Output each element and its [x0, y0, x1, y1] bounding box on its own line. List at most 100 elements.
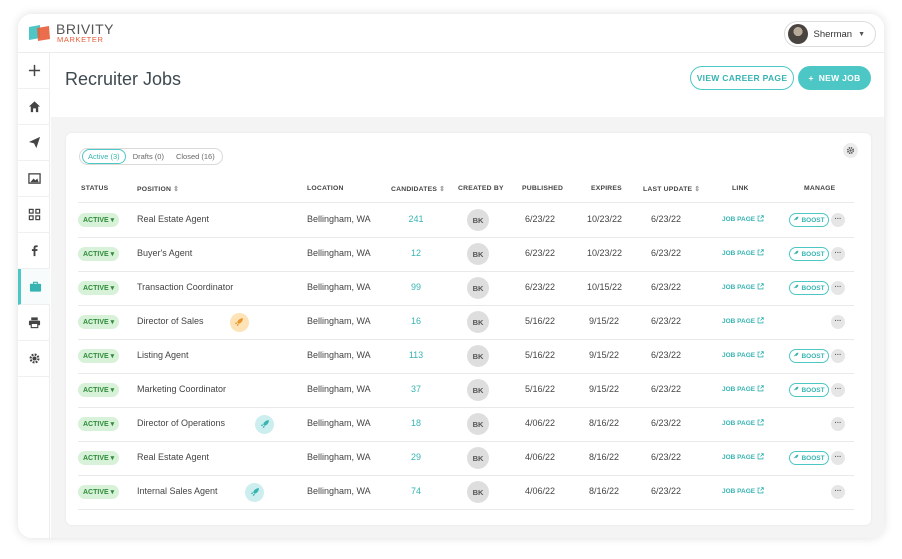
filter-closed[interactable]: Closed (16)	[171, 150, 220, 163]
user-menu[interactable]: Sherman ▼	[783, 21, 876, 47]
expires-date: 8/16/22	[589, 452, 620, 462]
status-badge[interactable]: ACTIVE ▾	[78, 383, 120, 397]
boost-button[interactable]: BOOST	[789, 383, 829, 397]
job-position[interactable]: Real Estate Agent	[137, 214, 209, 224]
boosted-rocket-icon	[255, 414, 275, 434]
status-badge[interactable]: ACTIVE ▾	[78, 247, 120, 261]
col-expires: EXPIRES	[591, 185, 622, 192]
published-date: 6/23/22	[525, 214, 556, 224]
more-options-button[interactable]: ···	[831, 213, 845, 227]
sidebar-item-settings[interactable]	[18, 341, 50, 377]
job-page-label: JOB PAGE	[722, 352, 756, 359]
published-date: 6/23/22	[525, 248, 556, 258]
status-badge[interactable]: ACTIVE ▾	[78, 485, 120, 499]
status-badge[interactable]: ACTIVE ▾	[78, 281, 120, 295]
job-page-link[interactable]: JOB PAGE	[722, 317, 764, 326]
more-options-button[interactable]: ···	[831, 485, 845, 499]
more-options-button[interactable]: ···	[831, 315, 845, 329]
filter-active[interactable]: Active (3)	[82, 149, 126, 164]
job-position[interactable]: Real Estate Agent	[137, 452, 209, 462]
row-divider	[78, 475, 854, 476]
candidates-count[interactable]: 29	[406, 452, 426, 462]
job-page-link[interactable]: JOB PAGE	[722, 453, 764, 462]
last-update-date: 6/23/22	[651, 452, 682, 462]
more-options-button[interactable]: ···	[831, 247, 845, 261]
job-position[interactable]: Buyer's Agent	[137, 248, 192, 258]
sidebar-item-create[interactable]	[18, 53, 50, 89]
chevron-down-icon: ▼	[858, 30, 865, 38]
chevron-down-icon: ▾	[110, 421, 115, 428]
candidates-count[interactable]: 99	[406, 282, 426, 292]
job-page-link[interactable]: JOB PAGE	[722, 249, 764, 258]
published-date: 5/16/22	[525, 384, 556, 394]
more-options-button[interactable]: ···	[831, 417, 845, 431]
boost-button[interactable]: BOOST	[789, 281, 829, 295]
chevron-down-icon: ▾	[110, 455, 115, 462]
job-location: Bellingham, WA	[307, 282, 371, 292]
status-badge[interactable]: ACTIVE ▾	[78, 451, 120, 465]
sidebar-item-print[interactable]	[18, 305, 50, 341]
sidebar-item-campaigns[interactable]	[18, 125, 50, 161]
col-candidates: CANDIDATES	[391, 186, 438, 193]
new-job-button[interactable]: + NEW JOB	[798, 66, 871, 90]
job-position[interactable]: Director of Sales	[137, 316, 204, 326]
more-options-button[interactable]: ···	[831, 281, 845, 295]
brand-logo[interactable]: BRIVITY MARKETER	[26, 20, 126, 46]
main-content: Recruiter Jobs VIEW CAREER PAGE + NEW JO…	[51, 53, 884, 538]
candidates-count[interactable]: 18	[406, 418, 426, 428]
status-badge[interactable]: ACTIVE ▾	[78, 417, 120, 431]
status-label: ACTIVE	[83, 352, 109, 360]
creator-avatar: BK	[467, 413, 489, 435]
boost-button[interactable]: BOOST	[789, 213, 829, 227]
status-label: ACTIVE	[83, 454, 109, 462]
col-position-header[interactable]: POSITION ⇕	[137, 185, 179, 193]
job-page-link[interactable]: JOB PAGE	[722, 283, 764, 292]
view-career-page-button[interactable]: VIEW CAREER PAGE	[690, 66, 794, 90]
job-page-link[interactable]: JOB PAGE	[722, 419, 764, 428]
job-page-link[interactable]: JOB PAGE	[722, 385, 764, 394]
more-options-button[interactable]: ···	[831, 383, 845, 397]
status-label: ACTIVE	[83, 284, 109, 292]
candidates-count[interactable]: 37	[406, 384, 426, 394]
job-page-link[interactable]: JOB PAGE	[722, 351, 764, 360]
job-position[interactable]: Internal Sales Agent	[137, 486, 218, 496]
external-link-icon	[757, 419, 764, 428]
candidates-count[interactable]: 12	[406, 248, 426, 258]
sidebar-item-templates[interactable]	[18, 197, 50, 233]
more-options-button[interactable]: ···	[831, 451, 845, 465]
status-badge[interactable]: ACTIVE ▾	[78, 213, 120, 227]
job-position[interactable]: Listing Agent	[137, 350, 189, 360]
logo-mark-icon	[29, 25, 50, 41]
sidebar-item-media[interactable]	[18, 161, 50, 197]
status-label: ACTIVE	[83, 318, 109, 326]
grid-icon	[28, 208, 40, 221]
candidates-count[interactable]: 113	[406, 350, 426, 360]
boost-button[interactable]: BOOST	[789, 451, 829, 465]
candidates-count[interactable]: 74	[406, 486, 426, 496]
table-settings-button[interactable]	[843, 143, 858, 158]
col-candidates-header[interactable]: CANDIDATES ⇕	[391, 185, 445, 193]
job-page-link[interactable]: JOB PAGE	[722, 215, 764, 224]
job-location: Bellingham, WA	[307, 452, 371, 462]
creator-avatar: BK	[467, 243, 489, 265]
sort-icon: ⇕	[694, 186, 701, 193]
candidates-count[interactable]: 241	[406, 214, 426, 224]
job-position[interactable]: Marketing Coordinator	[137, 384, 226, 394]
status-badge[interactable]: ACTIVE ▾	[78, 349, 120, 363]
filter-drafts[interactable]: Drafts (0)	[128, 150, 169, 163]
col-created-by: CREATED BY	[458, 185, 504, 192]
candidates-count[interactable]: 16	[406, 316, 426, 326]
job-position[interactable]: Transaction Coordinator	[137, 282, 233, 292]
boost-button[interactable]: BOOST	[789, 349, 829, 363]
sidebar-item-recruiting[interactable]	[18, 269, 50, 305]
more-options-button[interactable]: ···	[831, 349, 845, 363]
job-page-link[interactable]: JOB PAGE	[722, 487, 764, 496]
job-position[interactable]: Director of Operations	[137, 418, 225, 428]
sidebar-item-facebook[interactable]	[18, 233, 50, 269]
sidebar-item-home[interactable]	[18, 89, 50, 125]
job-location: Bellingham, WA	[307, 418, 371, 428]
page-header: Recruiter Jobs VIEW CAREER PAGE + NEW JO…	[51, 53, 884, 117]
col-last-update-header[interactable]: LAST UPDATE ⇕	[643, 185, 700, 193]
status-badge[interactable]: ACTIVE ▾	[78, 315, 120, 329]
boost-button[interactable]: BOOST	[789, 247, 829, 261]
